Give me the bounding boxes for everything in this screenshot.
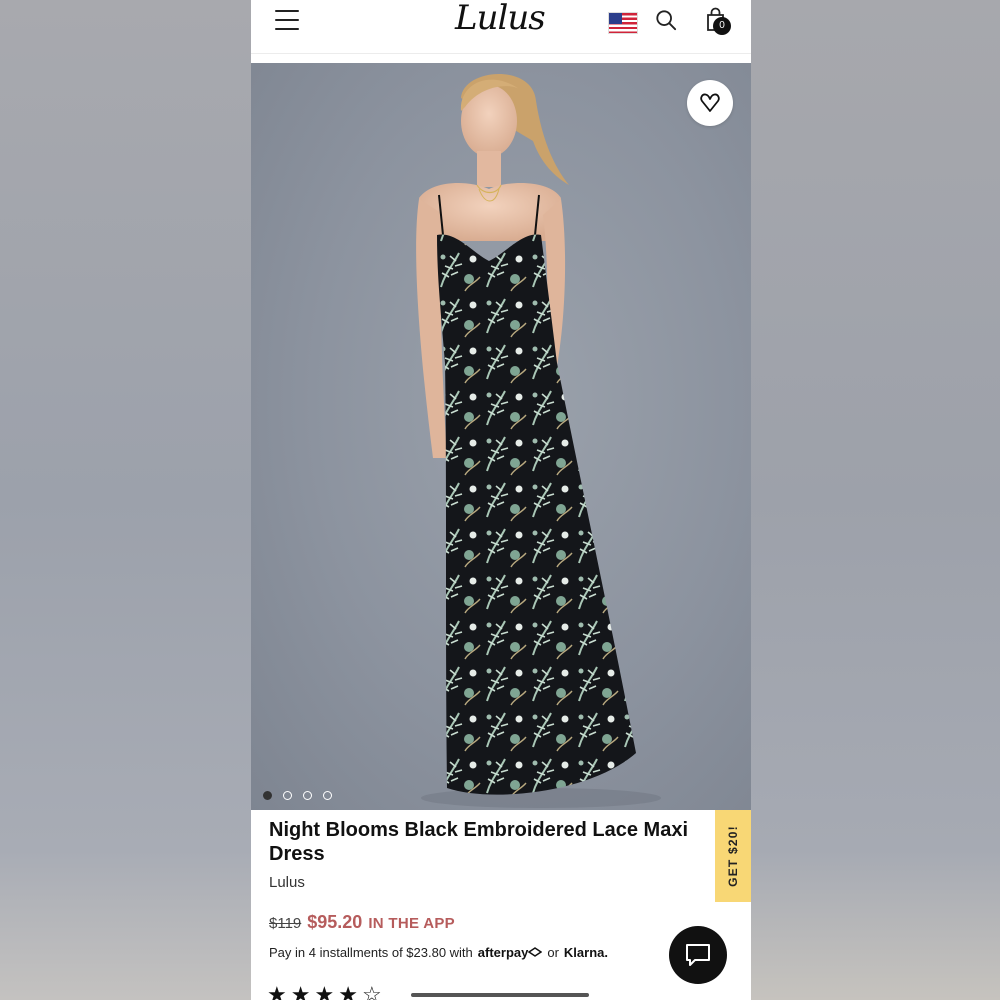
star-outline-icon: ☆ <box>361 982 382 1000</box>
carousel-dot[interactable] <box>263 791 272 800</box>
star-icon: ★ <box>290 982 311 1000</box>
price-row: $119 $95.20 IN THE APP <box>269 912 455 933</box>
installments-text: Pay in 4 installments of $23.80 with <box>269 945 473 960</box>
model-photo <box>416 73 661 808</box>
background-left <box>0 0 251 1000</box>
site-header: Lulus 0 <box>251 0 751 54</box>
afterpay-link[interactable]: afterpay <box>478 945 543 960</box>
promo-tab-label: GET $20! <box>726 825 740 887</box>
product-image[interactable] <box>251 63 751 810</box>
us-flag-icon[interactable] <box>608 12 638 34</box>
installments-info: Pay in 4 installments of $23.80 with aft… <box>269 945 608 960</box>
search-icon[interactable] <box>655 9 677 31</box>
app-price-note: IN THE APP <box>368 915 455 932</box>
site-logo[interactable]: Lulus <box>455 0 546 38</box>
product-title: Night Blooms Black Embroidered Lace Maxi… <box>269 819 688 865</box>
afterpay-icon <box>528 947 543 957</box>
chat-button[interactable] <box>669 926 727 984</box>
or-text: or <box>547 945 559 960</box>
carousel-dots <box>263 791 332 800</box>
promo-tab[interactable]: GET $20! <box>715 810 751 902</box>
mobile-page: Lulus 0 Night Blooms Black Embroidered L… <box>251 0 751 1000</box>
star-icon: ★ <box>267 982 287 1000</box>
sale-price: $95.20 <box>307 912 363 932</box>
cart-count-badge: 0 <box>713 17 731 35</box>
carousel-dot[interactable] <box>323 791 332 800</box>
original-price: $119 <box>269 915 302 932</box>
menu-icon[interactable] <box>275 10 299 30</box>
carousel-dot[interactable] <box>303 791 312 800</box>
rating-stars[interactable]: ★ ★ ★ ★ ☆ <box>267 984 382 1000</box>
star-icon: ★ <box>338 982 358 1000</box>
klarna-link[interactable]: Klarna. <box>564 945 608 960</box>
background-right <box>751 0 1000 1000</box>
chat-icon <box>686 944 710 966</box>
carousel-dot[interactable] <box>283 791 292 800</box>
favorite-button[interactable] <box>687 80 733 126</box>
heart-icon <box>700 93 720 112</box>
product-brand[interactable]: Lulus <box>269 874 305 891</box>
home-indicator <box>411 993 589 997</box>
star-icon: ★ <box>314 982 335 1000</box>
